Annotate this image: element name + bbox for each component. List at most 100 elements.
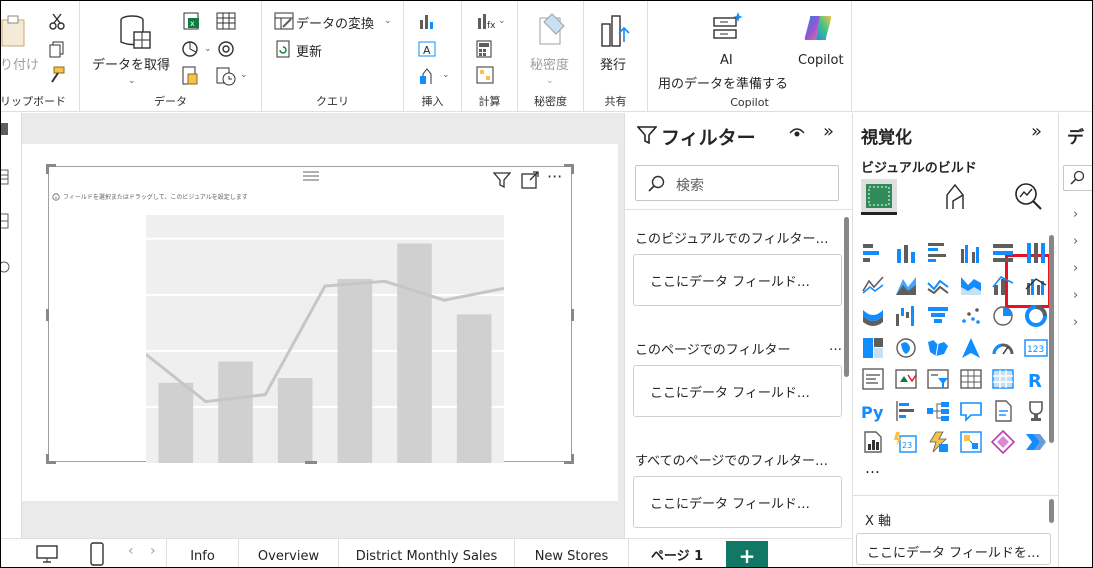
resize-handle-tr[interactable] [571,164,574,174]
funnel-icon[interactable] [926,304,952,330]
clustered-bar-icon[interactable] [926,241,952,267]
100-bar-icon[interactable] [991,241,1017,267]
line-column-icon[interactable] [991,273,1017,299]
pie-icon[interactable] [991,304,1017,330]
tab-page-1[interactable]: ページ 1 [629,539,725,568]
more-options-icon[interactable]: … [829,339,842,354]
narrative-icon[interactable] [991,399,1017,425]
chevron-down-icon[interactable]: ⌄ [384,16,392,26]
placeholder-visual[interactable]: ··· フィールドを選択またはドラッグして、このビジュアルを設定します [46,164,574,464]
azure-map-layer-icon[interactable] [959,430,985,456]
enter-data-icon[interactable] [216,12,236,30]
diamond-icon[interactable] [990,429,1017,456]
clustered-column-icon[interactable] [959,241,985,267]
focus-mode-icon[interactable] [521,171,539,189]
resize-handle-tl[interactable] [46,164,49,174]
copy-icon[interactable] [48,40,66,58]
chevron-down-icon[interactable]: ⌄ [498,16,506,26]
chevron-down-icon[interactable]: ⌄ [240,70,248,80]
refresh-icon[interactable] [274,40,292,58]
drag-grip-icon[interactable] [301,169,321,181]
visual-calculation-icon[interactable] [476,66,494,84]
eye-icon[interactable] [789,127,805,139]
prep-data-ai-icon[interactable] [712,12,744,42]
scrollbar[interactable] [844,217,849,377]
table-icon[interactable] [959,367,985,393]
page-filters-drop-zone[interactable]: ここにデータ フィールド… [633,365,842,417]
donut-icon[interactable] [1024,304,1050,330]
100-column-icon[interactable] [1024,241,1050,267]
qa-icon[interactable] [959,399,985,425]
filters-search-input[interactable]: 検索 [635,165,839,201]
desktop-layout-icon[interactable] [36,545,58,563]
metrics-icon[interactable] [1024,399,1050,425]
new-measure-icon[interactable]: fx [476,12,496,30]
stacked-bar-icon[interactable] [861,241,887,267]
publish-icon[interactable] [600,12,632,48]
resize-handle-bl[interactable] [46,454,49,464]
ai-line2-label[interactable]: 用のデータを準備する [658,73,788,92]
refresh-button[interactable]: 更新 [296,41,322,60]
publish-button[interactable]: 発行 [600,54,626,73]
new-visual-icon[interactable] [418,12,436,30]
resize-handle-br[interactable] [571,454,574,464]
next-page-icon[interactable]: › [150,543,156,559]
report-view-icon[interactable] [0,121,10,137]
copilot-button[interactable]: Copilot [798,53,844,68]
onelake-icon[interactable] [216,40,236,58]
chevron-right-icon[interactable]: › [1073,261,1078,276]
waterfall-icon[interactable] [894,304,920,330]
cut-icon[interactable] [48,12,66,30]
line-clustered-column-icon[interactable] [1024,273,1050,299]
chevron-down-icon[interactable]: ⌄ [204,44,212,54]
mobile-layout-icon[interactable] [90,542,104,566]
table-view-icon[interactable] [0,169,10,185]
decomposition-tree-icon[interactable] [926,399,952,425]
r-visual-icon[interactable]: R [1024,367,1050,393]
azure-map-icon[interactable] [959,336,985,362]
format-painter-icon[interactable] [48,66,66,84]
text-box-icon[interactable]: A [418,40,436,58]
filter-icon[interactable] [493,171,511,189]
resize-handle-bottom[interactable] [305,461,317,464]
dataverse-icon[interactable] [182,66,198,86]
filled-map-icon[interactable] [926,336,952,362]
chevron-right-icon[interactable]: › [1073,315,1078,330]
transform-data-icon[interactable] [274,12,294,30]
transform-data-button[interactable]: データの変換 [296,13,374,32]
kpi-icon[interactable] [861,367,887,393]
tab-info[interactable]: Info [167,539,239,568]
more-options-icon[interactable]: ··· [547,167,562,186]
excel-icon[interactable]: x [182,12,200,30]
all-pages-filters-drop-zone[interactable]: ここにデータ フィールド… [633,476,842,528]
model-view-icon[interactable] [0,213,10,229]
scrollbar[interactable] [1049,499,1054,523]
paste-label[interactable]: り付け [0,54,39,73]
tab-overview[interactable]: Overview [239,539,339,568]
x-axis-drop-zone[interactable]: ここにデータ フィールドを… [856,533,1051,565]
copilot-icon[interactable] [802,12,834,44]
tab-district-monthly-sales[interactable]: District Monthly Sales [339,539,515,568]
get-data-icon[interactable] [118,14,152,50]
stacked-column-icon[interactable] [894,241,920,267]
more-visuals-ellipsis[interactable]: … [865,459,880,477]
resize-handle-right[interactable] [571,309,574,321]
matrix-icon[interactable] [991,367,1017,393]
chevron-right-icon[interactable]: › [1073,234,1078,249]
card-icon[interactable]: 123 [1023,336,1050,362]
chevron-down-icon[interactable]: ⌄ [442,70,450,80]
collapse-pane-icon[interactable]: » [1031,121,1042,142]
build-visual-tab[interactable] [861,179,897,215]
recent-sources-icon[interactable] [216,66,236,86]
quick-measure-icon[interactable] [476,40,492,58]
power-automate-icon[interactable] [926,430,952,456]
power-apps-icon[interactable]: 23 [893,430,920,456]
get-data-button[interactable]: データを取得 [92,54,170,73]
resize-handle-left[interactable] [46,309,49,321]
chevron-down-icon[interactable]: ⌄ [128,76,136,86]
python-visual-icon[interactable]: Py [861,399,887,425]
chevron-right-icon[interactable]: › [1073,288,1078,303]
format-visual-icon[interactable] [941,183,969,211]
prev-page-icon[interactable]: ‹ [128,543,134,559]
more-visuals-icon[interactable] [418,66,436,86]
